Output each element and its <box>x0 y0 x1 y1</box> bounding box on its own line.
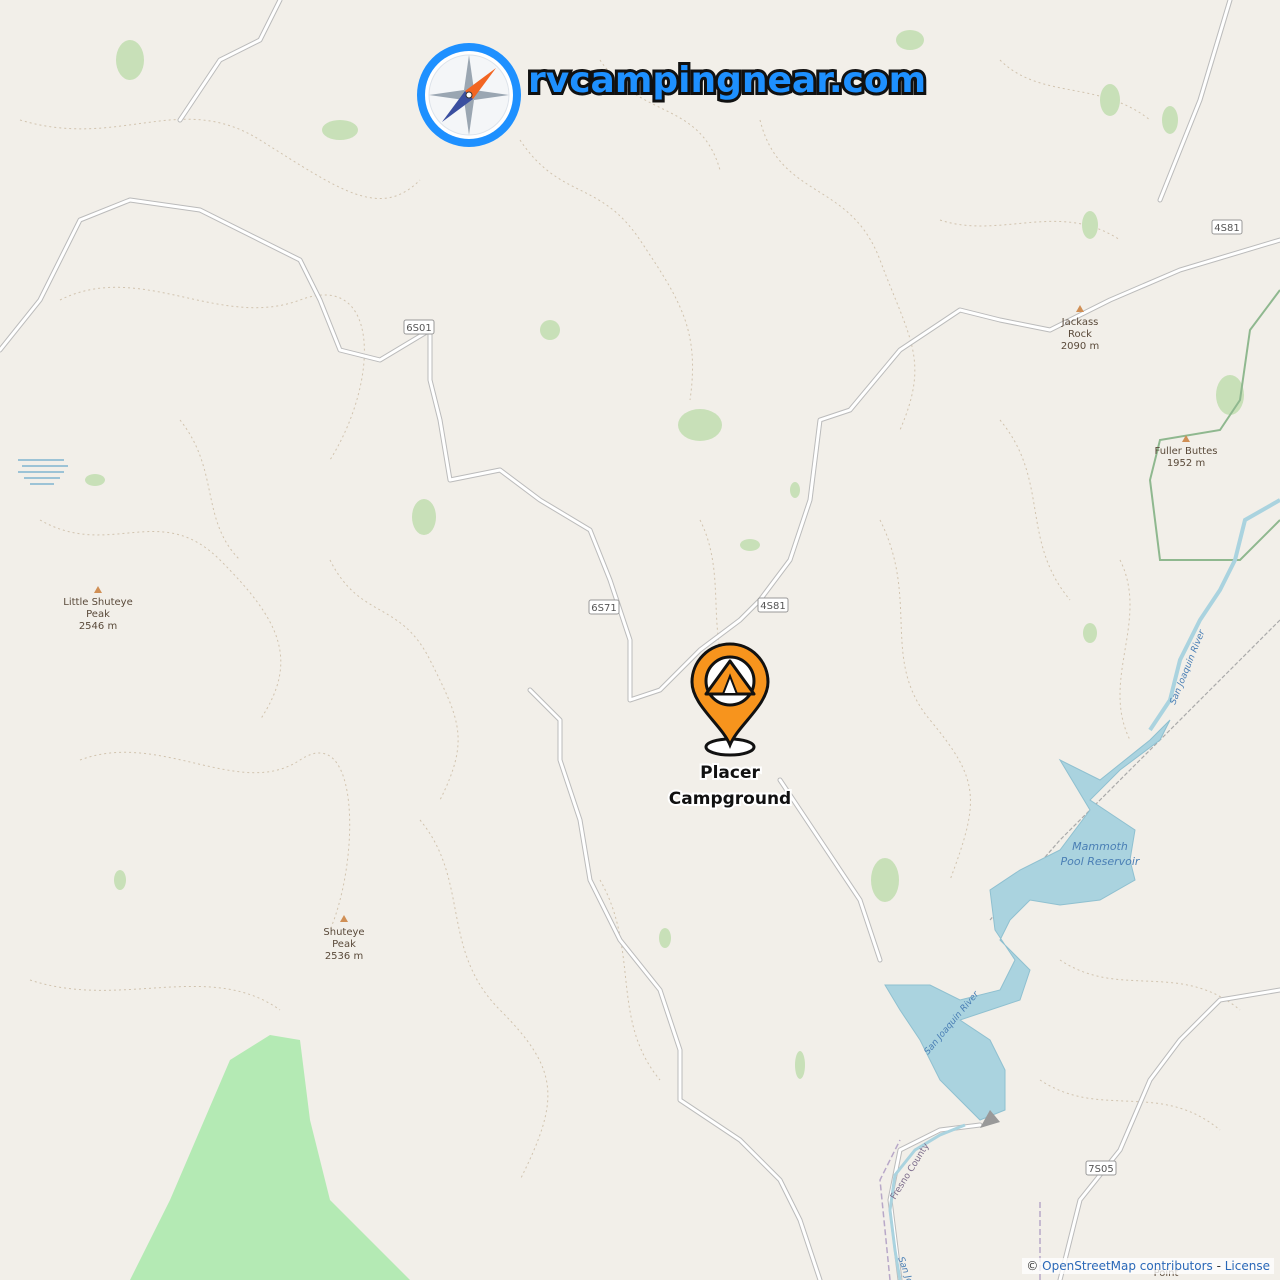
svg-text:Rock: Rock <box>1068 329 1092 340</box>
svg-text:2536 m: 2536 m <box>325 951 363 962</box>
svg-text:7S05: 7S05 <box>1088 1164 1113 1175</box>
brand-name[interactable]: rvcampingnear.com <box>525 57 929 104</box>
attribution-separator: - <box>1212 1259 1225 1273</box>
road-shield-6s71: 6S71 <box>588 599 620 615</box>
svg-text:4S81: 4S81 <box>1214 223 1239 234</box>
osm-attribution-link[interactable]: OpenStreetMap contributors <box>1042 1259 1213 1273</box>
svg-text:Peak: Peak <box>332 939 356 950</box>
svg-text:6S71: 6S71 <box>591 603 616 614</box>
svg-text:6S01: 6S01 <box>406 323 431 334</box>
svg-text:Peak: Peak <box>86 609 110 620</box>
road-shield-4s81: 4S81 <box>757 597 789 613</box>
attribution-prefix: © <box>1026 1259 1043 1273</box>
road-shield-7s05: 7S05 <box>1085 1160 1117 1176</box>
campground-label-line1: Placer <box>700 763 760 783</box>
map-attribution: © OpenStreetMap contributors - License <box>1022 1258 1274 1274</box>
svg-text:Shuteye: Shuteye <box>323 927 364 938</box>
svg-text:2546 m: 2546 m <box>79 621 117 632</box>
campground-label-line2: Campground <box>669 789 791 809</box>
road-shield-6s01: 6S01 <box>403 319 435 335</box>
svg-text:1952 m: 1952 m <box>1167 458 1205 469</box>
svg-text:Fuller Buttes: Fuller Buttes <box>1155 446 1218 457</box>
license-link[interactable]: License <box>1225 1259 1270 1273</box>
map-canvas[interactable]: 6S01 6S71 4S81 4S81 7S05 Jackass Rock 20… <box>0 0 1280 1280</box>
road-shield-4s81-north: 4S81 <box>1211 219 1243 235</box>
reservoir-label: Mammoth <box>1072 840 1128 853</box>
svg-text:Jackass: Jackass <box>1061 317 1099 328</box>
svg-text:4S81: 4S81 <box>760 601 785 612</box>
svg-text:Little Shuteye: Little Shuteye <box>63 597 132 608</box>
svg-text:2090 m: 2090 m <box>1061 341 1099 352</box>
compass-icon <box>417 43 521 147</box>
reservoir-label-line2: Pool Reservoir <box>1061 855 1141 868</box>
